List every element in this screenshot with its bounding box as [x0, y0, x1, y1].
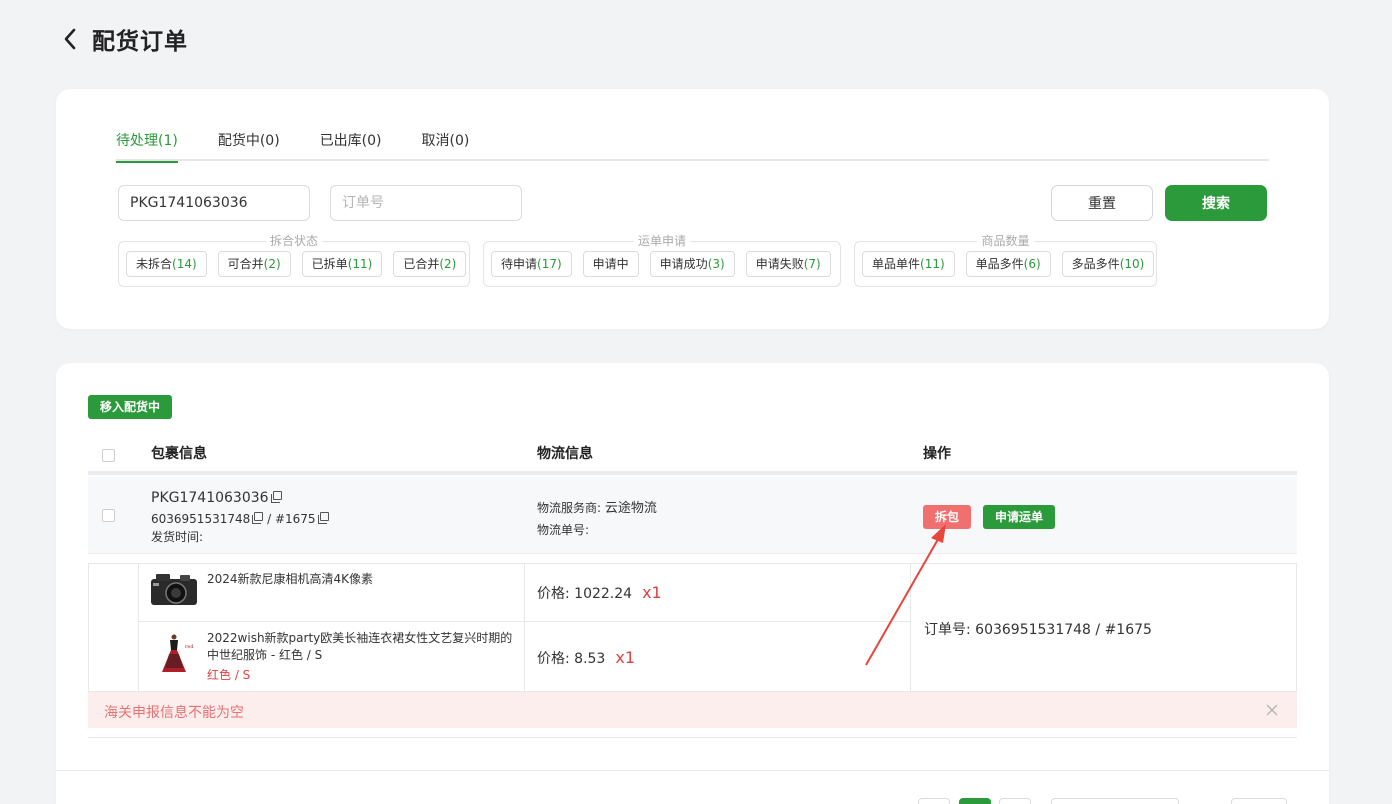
chip-count: (11) — [347, 257, 373, 271]
chip-split[interactable]: 已拆单(11) — [301, 251, 383, 277]
column-logistics-info: 物流信息 — [537, 446, 593, 462]
order-number: 订单号: 6036951531748 / #1675 — [924, 622, 1152, 638]
row-checkbox[interactable] — [102, 509, 115, 522]
chip-label: 单品单件 — [872, 257, 921, 271]
alert-message: 海关申报信息不能为空 — [104, 705, 244, 721]
select-all-checkbox[interactable] — [102, 449, 115, 462]
chip-single-single[interactable]: 单品单件(11) — [862, 251, 955, 277]
copy-icon[interactable] — [317, 512, 329, 524]
chip-count: (7) — [803, 257, 821, 271]
customs-alert: 海关申报信息不能为空 — [88, 692, 1297, 728]
chip-applying[interactable]: 申请中 — [582, 251, 639, 277]
chip-apply-failed[interactable]: 申请失败(7) — [745, 251, 831, 277]
chip-mergeable[interactable]: 可合并(2) — [217, 251, 291, 277]
filter-group-waybill: 运单申请 待申请(17) 申请中 申请成功(3) 申请失败(7) — [483, 234, 841, 287]
svg-text:red: red — [185, 644, 194, 650]
chip-label: 已合并 — [403, 257, 440, 271]
carrier-label: 物流服务商: — [537, 501, 605, 515]
filter-group-merge-status: 拆合状态 未拆合(14) 可合并(2) 已拆单(11) 已合并(2) — [118, 234, 470, 287]
chevron-left-icon[interactable] — [60, 25, 80, 53]
copy-icon[interactable] — [270, 491, 282, 503]
copy-icon[interactable] — [252, 512, 264, 524]
chip-count: (3) — [707, 257, 725, 271]
chip-count: (2) — [439, 257, 457, 271]
order-list-card: 移入配货中 包裹信息 物流信息 操作 PKG1741063036 6036951… — [56, 363, 1329, 804]
split-package-button[interactable]: 拆包 — [923, 505, 972, 529]
chip-label: 已拆单 — [311, 257, 348, 271]
filter-group-title: 拆合状态 — [265, 234, 322, 248]
chip-label: 单品多件 — [975, 257, 1024, 271]
product-image-camera — [150, 569, 198, 609]
package-order-ref: 6036951531748 / #1675 — [151, 512, 329, 526]
ship-time: 发货时间: — [151, 530, 204, 544]
price-text: 价格: 8.53 — [537, 651, 606, 667]
tab-cancelled[interactable]: 取消(0) — [422, 129, 470, 161]
tracking-number: 物流单号: — [537, 523, 590, 537]
item-price: 价格: 8.53 x1 — [537, 648, 635, 668]
package-id: PKG1741063036 — [151, 490, 282, 506]
tab-shipped[interactable]: 已出库(0) — [320, 129, 382, 161]
product-name: 2022wish新款party欧美长袖连衣裙女性文艺复兴时期的中世纪服饰 - 红… — [207, 631, 513, 662]
chip-pending-apply[interactable]: 待申请(17) — [491, 251, 572, 277]
package-id-text: PKG1741063036 — [151, 490, 269, 506]
move-to-allocating-button[interactable]: 移入配货中 — [88, 395, 173, 419]
list-divider — [88, 737, 1297, 738]
chip-count: (2) — [263, 257, 281, 271]
filter-group-title: 运单申请 — [633, 234, 690, 248]
chip-multi-multi[interactable]: 多品多件(10) — [1061, 251, 1155, 277]
reset-button[interactable]: 重置 — [1051, 185, 1153, 221]
item-price: 价格: 1022.24 x1 — [537, 583, 662, 603]
price-text: 价格: 1022.24 — [537, 586, 633, 602]
order-ref-text: 6036951531748 — [151, 512, 251, 526]
table-header: 包裹信息 物流信息 操作 — [88, 435, 1297, 475]
page-header: 配货订单 — [60, 22, 188, 56]
chip-label: 未拆合 — [136, 257, 173, 271]
chip-label: 待申请 — [501, 257, 538, 271]
close-icon[interactable] — [1265, 703, 1279, 717]
prev-page-button[interactable] — [918, 798, 950, 804]
item-quantity: x1 — [642, 583, 662, 602]
chip-label: 申请失败 — [755, 257, 804, 271]
chip-count: (17) — [537, 257, 562, 271]
apply-waybill-button[interactable]: 申请运单 — [983, 505, 1056, 529]
column-actions: 操作 — [923, 446, 951, 462]
item-quantity: x1 — [615, 648, 635, 667]
chip-count: (10) — [1119, 257, 1145, 271]
footer-divider — [56, 770, 1329, 771]
page-1-button[interactable] — [959, 798, 991, 804]
search-button[interactable]: 搜索 — [1165, 185, 1267, 221]
tab-pending[interactable]: 待处理(1) — [116, 129, 178, 163]
chip-merged[interactable]: 已合并(2) — [393, 251, 467, 277]
package-number-input[interactable] — [118, 185, 310, 221]
carrier-info: 物流服务商: 云途物流 — [537, 497, 657, 516]
order-items: 2024新款尼康相机高清4K像素 价格: 1022.24 x1 red 2022w… — [88, 563, 1297, 692]
status-tabs: 待处理(1) 配货中(0) 已出库(0) 取消(0) — [116, 129, 1269, 163]
order-number-input[interactable] — [330, 185, 522, 221]
chip-label: 申请中 — [592, 257, 629, 271]
chip-label: 可合并 — [227, 257, 264, 271]
column-package-info: 包裹信息 — [151, 446, 207, 462]
chip-count: (6) — [1023, 257, 1041, 271]
filter-group-title: 商品数量 — [977, 234, 1034, 248]
chip-count: (14) — [172, 257, 197, 271]
package-row: PKG1741063036 6036951531748 / #1675 发货时间… — [88, 477, 1297, 554]
page-size-select[interactable] — [1051, 798, 1179, 804]
filter-card: 待处理(1) 配货中(0) 已出库(0) 取消(0) 重置 搜索 拆合状态 未拆… — [56, 89, 1329, 329]
chip-label: 多品多件 — [1071, 257, 1120, 271]
chip-label: 申请成功 — [659, 257, 708, 271]
page-jump-input[interactable] — [1231, 798, 1287, 804]
chip-unmerged[interactable]: 未拆合(14) — [126, 251, 207, 277]
chip-count: (11) — [920, 257, 945, 271]
chip-single-multi[interactable]: 单品多件(6) — [965, 251, 1051, 277]
tab-allocating[interactable]: 配货中(0) — [218, 129, 280, 161]
product-image-dress: red — [150, 634, 198, 674]
filter-group-quantity: 商品数量 单品单件(11) 单品多件(6) 多品多件(10) — [854, 234, 1157, 287]
next-page-button[interactable] — [999, 798, 1031, 804]
order-ref-suffix: / #1675 — [263, 512, 316, 526]
product-variant: 红色 / S — [207, 668, 251, 682]
chip-apply-success[interactable]: 申请成功(3) — [649, 251, 735, 277]
page-title: 配货订单 — [92, 29, 188, 55]
carrier-value: 云途物流 — [604, 501, 657, 516]
product-name: 2024新款尼康相机高清4K像素 — [207, 572, 374, 586]
